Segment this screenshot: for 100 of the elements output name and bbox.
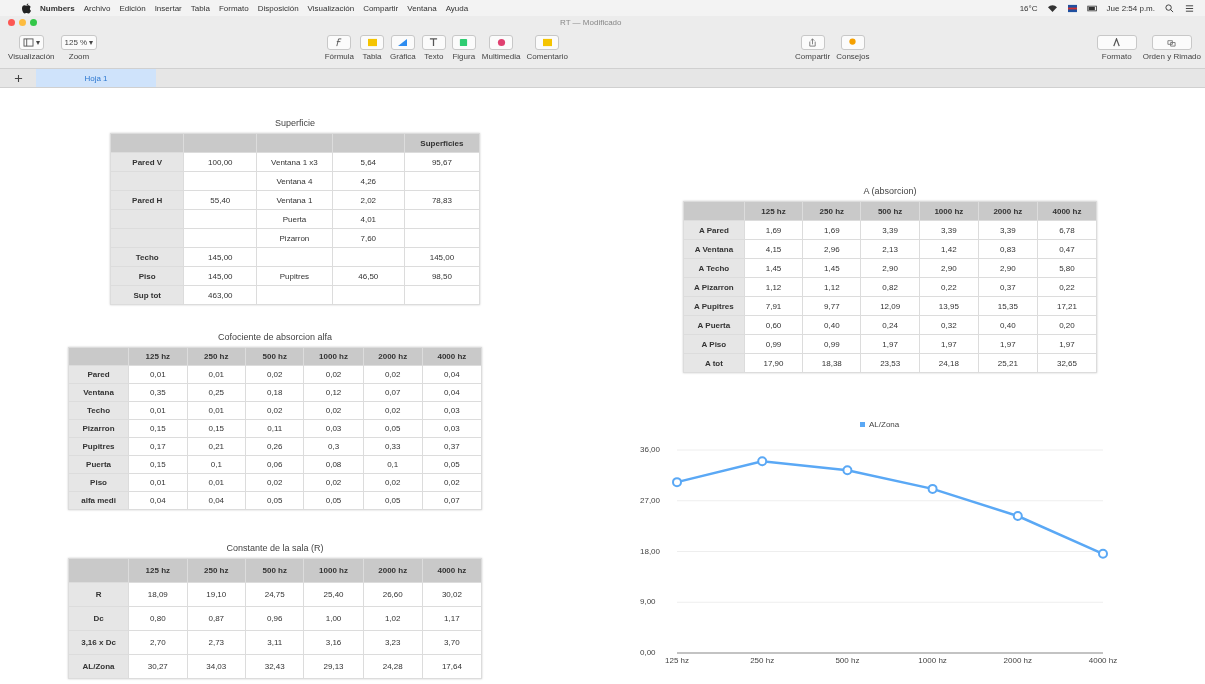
header-cell: 2000 hz xyxy=(363,558,423,583)
header-cell: 2000 hz xyxy=(363,347,423,366)
arrange-icon xyxy=(1166,38,1178,47)
toolbar-button[interactable] xyxy=(800,35,825,50)
toolbar-button[interactable] xyxy=(390,35,415,50)
axis-label: 1000 hz xyxy=(918,656,947,665)
menu-item[interactable]: Ayuda xyxy=(445,3,469,13)
zoom-dropdown[interactable]: 125 % ▾ xyxy=(60,35,98,50)
toolbar-button[interactable] xyxy=(421,35,446,50)
menu-item[interactable]: Archivo xyxy=(83,3,111,13)
toolbar-button[interactable] xyxy=(840,35,865,50)
toolbar-button[interactable] xyxy=(1151,35,1192,50)
share-icon xyxy=(807,38,819,47)
legend-label: AL/Zona xyxy=(869,420,900,429)
data-point xyxy=(927,483,938,494)
text-icon xyxy=(428,38,440,47)
flag-icon[interactable] xyxy=(1066,3,1078,13)
header-cell: 1000 hz xyxy=(303,558,364,583)
header-cell: 500 hz xyxy=(861,201,920,221)
data-point xyxy=(1098,548,1108,559)
toolbar-label: Zoom xyxy=(68,52,90,61)
zoom-button[interactable] xyxy=(30,18,37,26)
header-cell: 1000 hz xyxy=(303,347,364,366)
toolbar-label: Multimedia xyxy=(481,52,521,61)
header-cell: 1000 hz xyxy=(919,201,979,221)
header-cell: 125 hz xyxy=(128,558,188,583)
menu-item[interactable]: Disposición xyxy=(257,3,299,13)
view-button[interactable]: ▾ xyxy=(18,35,44,50)
axis-label: 18,00 xyxy=(640,546,661,556)
sheet-tab[interactable]: Hoja 1 xyxy=(36,69,156,87)
toolbar-label: Fórmula xyxy=(324,52,354,61)
row-header-cell: 3,16 x Dc xyxy=(68,630,129,655)
header-cell: 125 hz xyxy=(128,347,188,366)
row-header-cell: AL/Zona xyxy=(68,654,129,679)
chart-icon xyxy=(397,38,409,47)
toolbar-button[interactable] xyxy=(1096,35,1137,50)
lightbulb-icon xyxy=(847,38,859,47)
plus-icon xyxy=(13,73,23,83)
toolbar-button[interactable] xyxy=(327,35,352,50)
toolbar-label: Comentario xyxy=(526,52,568,61)
axis-label: 36,00 xyxy=(640,445,661,454)
header-cell: Superficies xyxy=(404,133,480,153)
toolbar-label: Orden y Rimado xyxy=(1142,52,1201,61)
header-cell: 250 hz xyxy=(187,558,246,583)
header-cell: 500 hz xyxy=(245,347,304,366)
battery-icon[interactable] xyxy=(1086,3,1098,13)
menu-item[interactable]: Formato xyxy=(218,3,249,13)
apple-icon[interactable] xyxy=(22,2,31,14)
menu-item[interactable]: Numbers xyxy=(40,3,75,13)
table-title: Superficie xyxy=(275,118,315,128)
menu-item[interactable]: Tabla xyxy=(190,3,210,13)
table-icon xyxy=(366,38,378,47)
toolbar-button[interactable] xyxy=(535,35,560,50)
search-icon[interactable] xyxy=(1164,3,1175,13)
data-point xyxy=(1012,511,1023,521)
menu-item[interactable]: Visualización xyxy=(307,3,355,13)
data-point xyxy=(672,477,682,488)
close-button[interactable] xyxy=(8,18,15,26)
toolbar-label: Gráfica xyxy=(390,52,416,61)
table-title: A (absorcion) xyxy=(863,186,917,196)
toolbar-label: Compartir xyxy=(795,52,831,61)
header-cell: 125 hz xyxy=(744,201,803,221)
data-point xyxy=(757,456,768,467)
minimize-button[interactable] xyxy=(19,18,26,26)
toolbar-label: Texto xyxy=(424,52,444,61)
data-point xyxy=(842,465,853,476)
menu-item[interactable]: Insertar xyxy=(154,3,182,13)
menu-item[interactable]: Compartir xyxy=(363,3,399,13)
axis-label: 125 hz xyxy=(665,656,689,665)
axis-label: 9,00 xyxy=(640,597,656,607)
header-cell: 2000 hz xyxy=(978,201,1038,221)
toolbar-button[interactable] xyxy=(360,35,384,50)
toolbar-label: Visualización xyxy=(8,52,55,61)
temperature-text: 16°C xyxy=(1019,3,1038,13)
axis-label: 2000 hz xyxy=(1003,656,1033,665)
comment-icon xyxy=(541,38,553,47)
toolbar-label: Formato xyxy=(1101,52,1132,61)
row-header-cell: R xyxy=(68,582,129,607)
header-cell xyxy=(683,201,745,221)
header-cell: 4000 hz xyxy=(422,558,482,583)
shape-icon xyxy=(458,38,470,47)
clock-text: Jue 2:54 p.m. xyxy=(1106,3,1155,13)
axis-label: 250 hz xyxy=(750,656,775,665)
list-icon[interactable] xyxy=(1184,3,1195,13)
menu-item[interactable]: Ventana xyxy=(407,3,437,13)
header-cell xyxy=(68,558,129,583)
toolbar-button[interactable] xyxy=(451,35,476,50)
window-title: RT — Modificado xyxy=(560,17,622,27)
header-cell: 4000 hz xyxy=(422,347,482,366)
header-cell: 500 hz xyxy=(245,558,304,583)
wifi-icon[interactable] xyxy=(1046,3,1058,13)
menu-item[interactable]: Edición xyxy=(119,3,146,13)
table-title: Cofociente de absorcion alfa xyxy=(217,332,333,342)
media-icon xyxy=(495,38,507,47)
axis-label: 500 hz xyxy=(835,656,860,665)
header-cell: 4000 hz xyxy=(1037,201,1097,221)
header-cell: 250 hz xyxy=(802,201,861,221)
toolbar-label: Figura xyxy=(452,52,476,61)
toolbar-button[interactable] xyxy=(489,35,514,50)
header-cell: 250 hz xyxy=(187,347,246,366)
